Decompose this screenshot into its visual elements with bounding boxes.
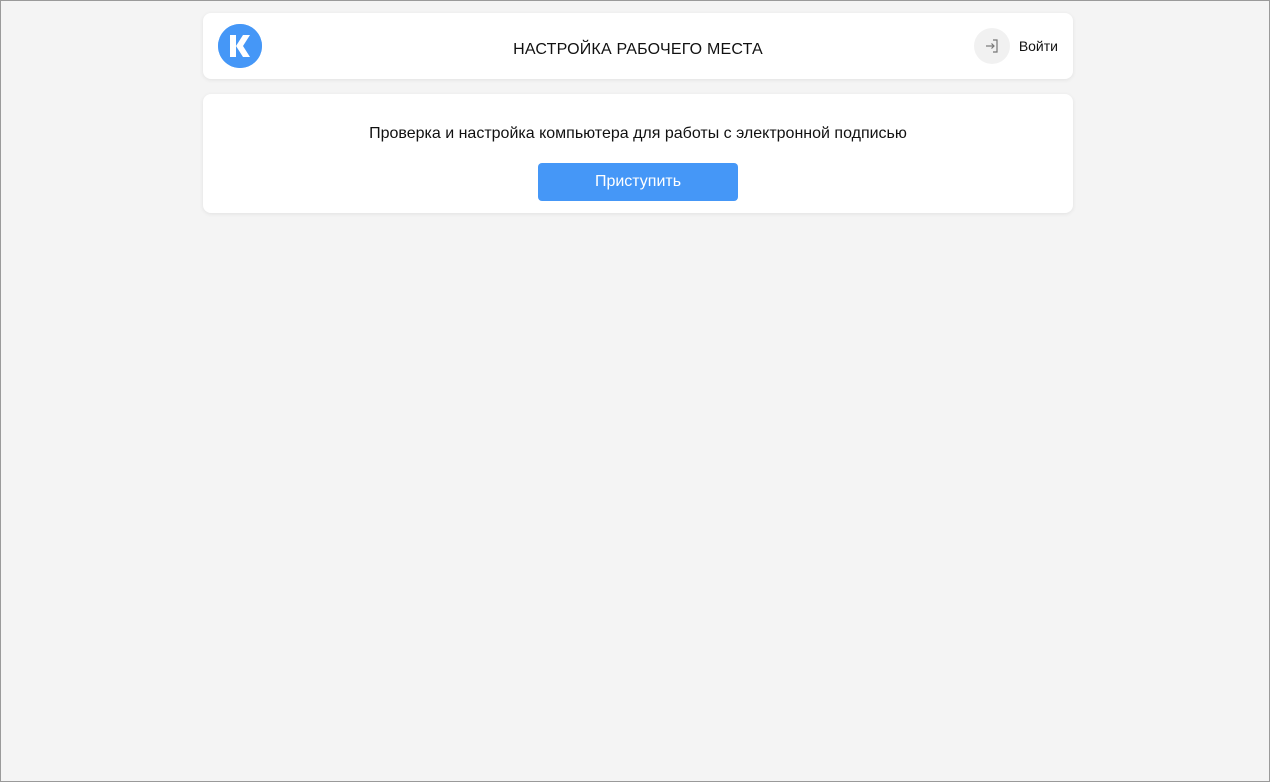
login-button[interactable]: Войти xyxy=(973,28,1058,64)
page-title: НАСТРОЙКА РАБОЧЕГО МЕСТА xyxy=(513,41,763,58)
setup-card: Проверка и настройка компьютера для рабо… xyxy=(203,94,1073,213)
login-label[interactable]: Войти xyxy=(1019,38,1058,54)
setup-description: Проверка и настройка компьютера для рабо… xyxy=(369,125,907,142)
login-arrow-icon[interactable] xyxy=(973,28,1010,64)
header-card: НАСТРОЙКА РАБОЧЕГО МЕСТА Войти xyxy=(203,13,1073,79)
start-button[interactable]: Приступить xyxy=(538,163,738,201)
